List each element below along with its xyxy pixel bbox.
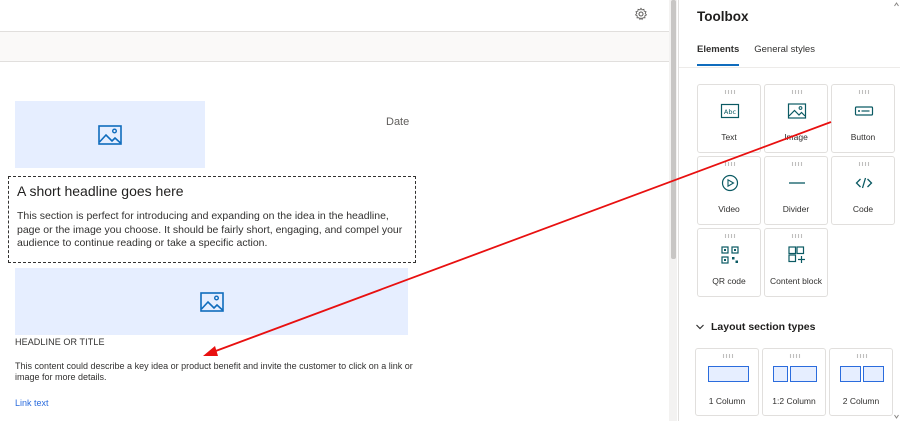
tile-label: Content block xyxy=(770,276,822,286)
image-icon xyxy=(98,124,122,145)
element-tile-content-block[interactable]: Content block xyxy=(764,228,828,297)
tile-label: Image xyxy=(784,132,808,142)
headline-text: A short headline goes here xyxy=(17,183,184,199)
one-column-icon xyxy=(708,366,749,382)
tile-label: Divider xyxy=(782,204,810,214)
column-cell xyxy=(863,366,884,382)
element-tile-image[interactable]: Image xyxy=(764,84,828,153)
qr-code-icon xyxy=(721,246,739,264)
drag-handle-icon xyxy=(791,234,803,238)
element-tile-divider[interactable]: Divider xyxy=(764,156,828,225)
tile-label: 1:2 Column xyxy=(772,396,816,406)
canvas-header xyxy=(0,0,669,31)
canvas-scrollbar-thumb[interactable] xyxy=(671,0,676,259)
chevron-down-icon xyxy=(696,324,704,330)
column-cell xyxy=(790,366,817,382)
image-placeholder[interactable] xyxy=(15,101,205,168)
tile-label: 1 Column xyxy=(708,396,746,406)
gear-icon[interactable] xyxy=(634,7,648,21)
tile-label: 2 Column xyxy=(842,396,880,406)
element-tile-text[interactable]: Abc Text xyxy=(697,84,761,153)
element-tile-button[interactable]: Button xyxy=(831,84,895,153)
app-root: Date A short headline goes here This sec… xyxy=(0,0,900,421)
image-placeholder[interactable] xyxy=(15,268,408,335)
layout-tile-2-column[interactable]: 2 Column xyxy=(829,348,893,416)
intro-body-text: This section is perfect for introducing … xyxy=(17,210,403,249)
drag-handle-icon xyxy=(724,162,736,166)
toolbox-tabs: Elements General styles xyxy=(697,44,815,66)
drag-handle-icon xyxy=(858,162,870,166)
text-block-selected[interactable]: A short headline goes here This section … xyxy=(8,176,416,263)
drag-handle-icon xyxy=(724,90,736,94)
column-cell xyxy=(773,366,788,382)
image-icon xyxy=(199,291,224,312)
drag-handle-icon xyxy=(858,90,870,94)
drag-handle-icon xyxy=(791,90,803,94)
image-icon xyxy=(787,103,807,119)
tile-label: Text xyxy=(721,132,737,142)
content-block-icon xyxy=(788,246,805,263)
video-icon xyxy=(721,174,739,192)
headline-or-title: HEADLINE OR TITLE xyxy=(15,337,105,347)
toolbox-panel: Toolbox Elements General styles Abc Text… xyxy=(678,0,900,421)
content-description: This content could describe a key idea o… xyxy=(15,361,413,382)
tab-divider xyxy=(679,67,900,68)
drag-handle-icon xyxy=(856,354,868,358)
tile-label: Video xyxy=(718,204,740,214)
svg-text:Abc: Abc xyxy=(724,108,737,116)
divider-icon xyxy=(789,182,805,184)
element-tile-qr-code[interactable]: QR code xyxy=(697,228,761,297)
drag-handle-icon xyxy=(724,234,736,238)
code-icon xyxy=(855,177,873,189)
canvas-toolbar xyxy=(0,31,669,62)
tab-general-styles[interactable]: General styles xyxy=(754,44,815,66)
link-text[interactable]: Link text xyxy=(15,398,49,408)
element-tile-video[interactable]: Video xyxy=(697,156,761,225)
one-two-column-icon xyxy=(773,366,817,382)
drag-handle-icon xyxy=(789,354,801,358)
tile-label: Button xyxy=(850,132,876,142)
text-icon: Abc xyxy=(720,103,740,119)
drag-handle-icon xyxy=(791,162,803,166)
toolbox-scrollbar[interactable] xyxy=(893,0,900,421)
button-icon xyxy=(854,106,874,116)
layout-tile-1-column[interactable]: 1 Column xyxy=(695,348,759,416)
email-canvas: Date A short headline goes here This sec… xyxy=(0,0,669,421)
column-cell xyxy=(840,366,861,382)
drag-handle-icon xyxy=(722,354,734,358)
tab-elements[interactable]: Elements xyxy=(697,44,740,66)
layout-tile-1-2-column[interactable]: 1:2 Column xyxy=(762,348,826,416)
column-cell xyxy=(708,366,749,382)
tile-label: Code xyxy=(852,204,874,214)
layout-section-header[interactable]: Layout section types xyxy=(695,321,815,333)
tile-label: QR code xyxy=(712,276,746,286)
two-column-icon xyxy=(840,366,884,382)
date-label: Date xyxy=(386,116,410,128)
toolbox-title: Toolbox xyxy=(697,9,749,24)
layout-section-title: Layout section types xyxy=(711,321,816,333)
element-tile-code[interactable]: Code xyxy=(831,156,895,225)
